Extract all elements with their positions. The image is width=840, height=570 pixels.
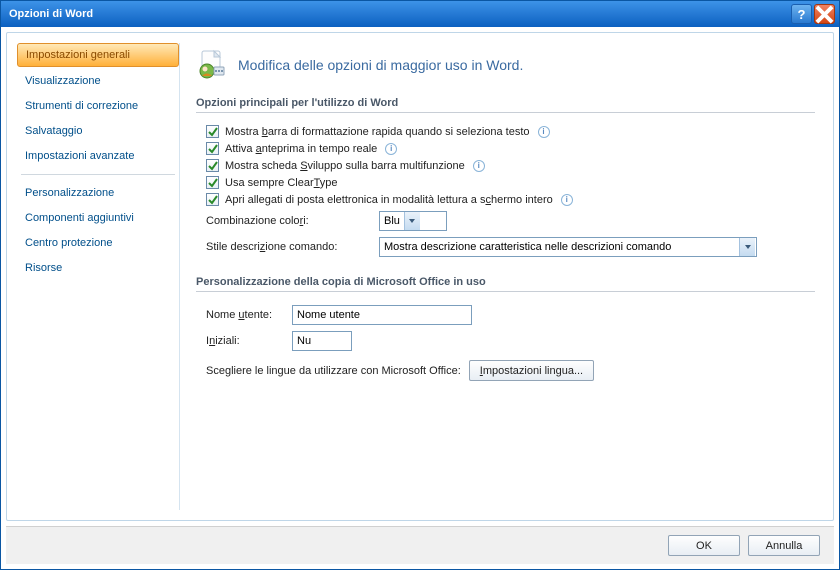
page-subtitle: Modifica delle opzioni di maggior uso in… xyxy=(238,57,523,73)
sidebar-divider xyxy=(21,174,175,175)
main-panel: Modifica delle opzioni di maggior uso in… xyxy=(188,43,823,510)
checkbox-label: Apri allegati di posta elettronica in mo… xyxy=(225,194,553,206)
section-header-personalize: Personalizzazione della copia di Microso… xyxy=(196,274,815,292)
sidebar-item-trust[interactable]: Centro protezione xyxy=(17,232,179,254)
checkbox-label: Mostra scheda Sviluppo sulla barra multi… xyxy=(225,160,465,172)
ok-button[interactable]: OK xyxy=(668,535,740,556)
checkbox-mini-toolbar[interactable] xyxy=(206,125,219,138)
close-button[interactable] xyxy=(814,4,835,24)
language-settings-button[interactable]: Impostazioni lingua... xyxy=(469,360,594,381)
checkbox-label: Usa sempre ClearType xyxy=(225,177,338,189)
checkbox-cleartype[interactable] xyxy=(206,176,219,189)
checkbox-label: Mostra barra di formattazione rapida qua… xyxy=(225,126,530,138)
checkbox-fullscreen-reading[interactable] xyxy=(206,193,219,206)
cancel-button[interactable]: Annulla xyxy=(748,535,820,556)
info-icon[interactable]: i xyxy=(538,126,550,138)
help-button[interactable]: ? xyxy=(791,4,812,24)
chevron-down-icon xyxy=(404,212,420,230)
category-sidebar: Impostazioni generali Visualizzazione St… xyxy=(17,43,180,510)
window-title: Opzioni di Word xyxy=(9,8,791,20)
info-icon[interactable]: i xyxy=(473,160,485,172)
checkbox-live-preview[interactable] xyxy=(206,142,219,155)
sidebar-item-resources[interactable]: Risorse xyxy=(17,257,179,279)
checkbox-label: Attiva anteprima in tempo reale xyxy=(225,143,377,155)
screentip-label: Stile descrizione comando: xyxy=(206,241,371,253)
chevron-down-icon xyxy=(739,238,755,256)
username-label: Nome utente: xyxy=(206,309,284,321)
page-header-icon xyxy=(196,49,228,81)
sidebar-item-addins[interactable]: Componenti aggiuntivi xyxy=(17,207,179,229)
sidebar-item-save[interactable]: Salvataggio xyxy=(17,120,179,142)
color-scheme-select[interactable]: Blu xyxy=(379,211,447,231)
sidebar-item-customize[interactable]: Personalizzazione xyxy=(17,182,179,204)
initials-label: Iniziali: xyxy=(206,335,284,347)
screentip-select[interactable]: Mostra descrizione caratteristica nelle … xyxy=(379,237,757,257)
titlebar: Opzioni di Word ? xyxy=(1,1,839,27)
section-header-main-options: Opzioni principali per l'utilizzo di Wor… xyxy=(196,95,815,113)
options-dialog: Opzioni di Word ? Impostazioni generali … xyxy=(0,0,840,570)
username-input[interactable]: Nome utente xyxy=(292,305,472,325)
sidebar-item-advanced[interactable]: Impostazioni avanzate xyxy=(17,145,179,167)
language-label: Scegliere le lingue da utilizzare con Mi… xyxy=(206,365,461,377)
info-icon[interactable]: i xyxy=(385,143,397,155)
info-icon[interactable]: i xyxy=(561,194,573,206)
checkbox-developer-tab[interactable] xyxy=(206,159,219,172)
dialog-footer: OK Annulla xyxy=(6,526,834,564)
initials-input[interactable]: Nu xyxy=(292,331,352,351)
sidebar-item-display[interactable]: Visualizzazione xyxy=(17,70,179,92)
sidebar-item-general[interactable]: Impostazioni generali xyxy=(17,43,179,67)
color-scheme-label: Combinazione colori: xyxy=(206,215,371,227)
sidebar-item-proofing[interactable]: Strumenti di correzione xyxy=(17,95,179,117)
